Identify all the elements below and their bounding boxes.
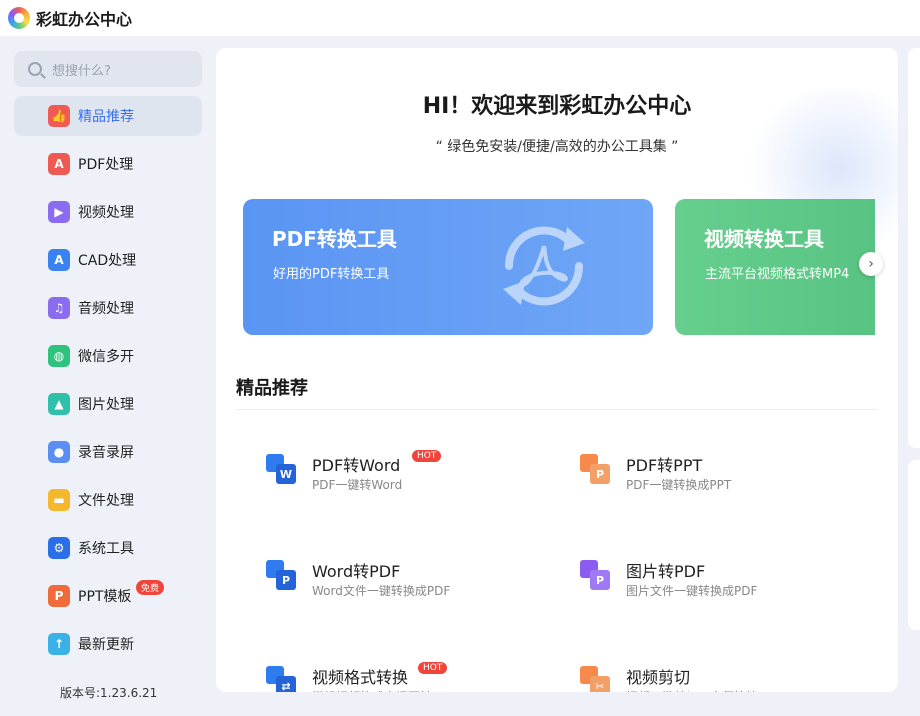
banner-subtitle: 主流平台视频格式转MP4 <box>705 267 850 282</box>
sidebar: 想搜什么? 👍 精品推荐 A PDF处理 ▶ 视频处理 A CAD处理 ♫ 音频处理 ◍ 微信多开 ▲ 图… <box>0 36 216 716</box>
tool-icon: P <box>266 560 298 592</box>
pdf-icon: A <box>48 153 70 175</box>
wechat-icon: ◍ <box>48 345 70 367</box>
tool-description: PDF一键转换成PPT <box>626 478 732 492</box>
tool-description: Word文件一键转换成PDF <box>312 584 451 598</box>
tool-card[interactable]: P 图片转PDF 图片文件一键转换成PDF <box>580 556 860 606</box>
image-icon: ▲ <box>48 393 70 415</box>
slogan-text: “ 绿色免安装/便捷/高效的办公工具集 ” <box>435 139 679 155</box>
sidebar-item-label: 录音录屏 <box>78 445 134 461</box>
version-label: 版本号:1.23.6.21 <box>60 686 158 700</box>
cad-icon: A <box>48 249 70 271</box>
rainbow-logo-icon <box>8 7 30 29</box>
hot-badge: HOT <box>418 662 448 674</box>
tool-name: PDF转Word <box>312 456 401 475</box>
sidebar-item-label: PPT模板 <box>78 589 132 605</box>
search-box[interactable]: 想搜什么? <box>14 51 202 87</box>
tool-card[interactable]: ⇄ 视频格式转换常规视频格式之间互转 HOT <box>266 662 546 692</box>
sidebar-item-cad[interactable]: A CAD处理 <box>14 240 202 280</box>
pdf-refresh-icon <box>503 226 585 306</box>
sidebar-item-image[interactable]: ▲ 图片处理 <box>14 384 202 424</box>
search-icon <box>28 62 42 76</box>
tool-icon-front: P <box>276 570 296 590</box>
tool-name: 视频剪切 <box>626 668 691 687</box>
sidebar-item-play[interactable]: ▶ 视频处理 <box>14 192 202 232</box>
tool-icon: ⇄ <box>266 666 298 692</box>
sidebar-item-label: 音频处理 <box>78 301 134 317</box>
title-bar: 彩虹办公中心 <box>0 0 920 36</box>
section-title: 精品推荐 <box>236 378 308 399</box>
sidebar-item-label: 微信多开 <box>78 349 134 365</box>
tool-icon-front: W <box>276 464 296 484</box>
sidebar-item-label: 文件处理 <box>78 493 134 509</box>
tool-name: Word转PDF <box>312 562 401 581</box>
welcome-heading: HI！欢迎来到彩虹办公中心 <box>422 94 692 119</box>
music-icon: ♫ <box>48 297 70 319</box>
sidebar-item-wechat[interactable]: ◍ 微信多开 <box>14 336 202 376</box>
tool-description: PDF一键转Word <box>312 478 403 492</box>
gear-icon: ⚙ <box>48 537 70 559</box>
sidebar-item-label: 系统工具 <box>78 541 134 557</box>
tool-description: 视频一键剪切，方便快捷 <box>626 688 758 692</box>
sidebar-item-music[interactable]: ♫ 音频处理 <box>14 288 202 328</box>
banner-subtitle: 好用的PDF转换工具 <box>273 267 390 282</box>
folder-icon: ▬ <box>48 489 70 511</box>
chevron-right-icon: › <box>868 256 874 272</box>
sidebar-item-folder[interactable]: ▬ 文件处理 <box>14 480 202 520</box>
tool-name: 图片转PDF <box>626 562 706 581</box>
tool-icon-front: P <box>590 464 610 484</box>
right-panel-edge <box>908 48 920 448</box>
sidebar-item-thumbs-up[interactable]: 👍 精品推荐 <box>14 96 202 136</box>
sidebar-item-label: 精品推荐 <box>78 109 134 125</box>
right-panel-edge <box>908 460 920 630</box>
free-badge: 免费 <box>136 580 165 595</box>
tool-icon-front: ⇄ <box>276 676 296 692</box>
divider <box>236 409 878 410</box>
tool-icon-front: P <box>590 570 610 590</box>
pdf-converter-banner[interactable]: PDF转换工具 好用的PDF转换工具 <box>243 199 653 335</box>
microphone-icon: ● <box>48 441 70 463</box>
video-converter-banner[interactable]: 视频转换工具 主流平台视频格式转MP4 <box>675 199 875 335</box>
sidebar-item-pdf[interactable]: A PDF处理 <box>14 144 202 184</box>
sidebar-item-label: 最新更新 <box>78 637 134 653</box>
tool-description: 常规视频格式之间互转 <box>312 688 432 692</box>
sidebar-item-upload[interactable]: ↑ 最新更新 <box>14 624 202 664</box>
sidebar-item-microphone[interactable]: ● 录音录屏 <box>14 432 202 472</box>
tool-card[interactable]: W PDF转Word PDF一键转Word HOT <box>266 450 546 500</box>
tool-card[interactable]: P Word转PDF Word文件一键转换成PDF <box>266 556 546 606</box>
ppt-icon: P <box>48 585 70 607</box>
sidebar-item-gear[interactable]: ⚙ 系统工具 <box>14 528 202 568</box>
sidebar-item-label: PDF处理 <box>78 157 134 173</box>
app-title: 彩虹办公中心 <box>36 10 133 29</box>
sidebar-item-label: CAD处理 <box>78 253 137 269</box>
tool-icon: ✂ <box>580 666 612 692</box>
tool-name: PDF转PPT <box>626 456 703 475</box>
main-panel: HI！欢迎来到彩虹办公中心 “ 绿色免安装/便捷/高效的办公工具集 ” PDF转… <box>216 48 898 692</box>
tool-card[interactable]: P PDF转PPT PDF一键转换成PPT <box>580 450 860 500</box>
search-placeholder: 想搜什么? <box>52 63 111 79</box>
banner-next-button[interactable]: › <box>859 252 883 276</box>
tool-icon: W <box>266 454 298 486</box>
thumbs-up-icon: 👍 <box>48 105 70 127</box>
tool-description: 图片文件一键转换成PDF <box>626 584 758 598</box>
tool-card[interactable]: ✂ 视频剪切视频一键剪切，方便快捷 <box>580 662 860 692</box>
play-icon: ▶ <box>48 201 70 223</box>
tool-name: 视频格式转换 <box>312 668 409 687</box>
sidebar-item-ppt[interactable]: P PPT模板 免费 <box>14 576 202 616</box>
tool-icon: P <box>580 454 612 486</box>
hot-badge: HOT <box>412 450 442 462</box>
banner-title: 视频转换工具 <box>704 227 824 251</box>
sidebar-item-label: 视频处理 <box>78 205 134 221</box>
sidebar-item-label: 图片处理 <box>78 397 134 413</box>
tool-icon-front: ✂ <box>590 676 610 692</box>
banner-title: PDF转换工具 <box>272 227 397 251</box>
tool-icon: P <box>580 560 612 592</box>
sidebar-nav: 👍 精品推荐 A PDF处理 ▶ 视频处理 A CAD处理 ♫ 音频处理 ◍ 微信多开 ▲ 图片处理 ● 录音… <box>14 96 202 672</box>
upload-icon: ↑ <box>48 633 70 655</box>
